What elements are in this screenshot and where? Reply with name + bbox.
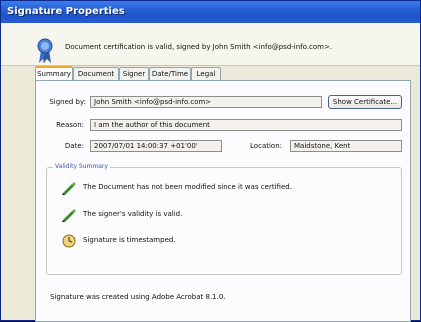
tab-legal[interactable]: Legal — [191, 67, 221, 80]
tab-summary[interactable]: Summary — [35, 66, 73, 81]
validity-item-timestamped: Signature is timestamped. — [83, 236, 176, 244]
clock-icon — [62, 234, 76, 248]
validity-summary-group: Validity Summary The Document has not be… — [46, 163, 402, 275]
tab-signer[interactable]: Signer — [119, 67, 149, 80]
validity-item-not-modified: The Document has not been modified since… — [83, 183, 292, 191]
signed-by-field: John Smith <info@psd-info.com> — [90, 96, 322, 108]
pen-check-icon — [62, 209, 76, 222]
show-certificate-button[interactable]: Show Certificate... — [328, 95, 402, 109]
pen-check-icon — [62, 182, 76, 195]
location-label: Location: — [250, 142, 282, 150]
reason-label: Reason: — [56, 121, 84, 129]
signature-properties-dialog: Signature Properties Document certificat… — [0, 0, 421, 322]
summary-panel: Signed by: John Smith <info@psd-info.com… — [35, 80, 411, 322]
tab-document[interactable]: Document — [73, 67, 119, 80]
date-field: 2007/07/01 14:00:37 +01'00' — [90, 140, 222, 152]
window-title: Signature Properties — [1, 1, 420, 23]
validity-summary-legend: Validity Summary — [53, 163, 110, 170]
date-label: Date: — [64, 142, 84, 150]
reason-field: I am the author of this document — [90, 119, 402, 131]
validity-item-signer-valid: The signer's validity is valid. — [83, 210, 183, 218]
signature-created-note: Signature was created using Adobe Acroba… — [50, 293, 226, 301]
certification-ribbon-icon — [37, 38, 53, 63]
location-field: Maidstone, Kent — [290, 140, 402, 152]
signed-by-label: Signed by: — [49, 98, 86, 106]
info-bar: Document certification is valid, signed … — [1, 23, 420, 66]
certification-status-text: Document certification is valid, signed … — [65, 43, 333, 51]
tab-date-time[interactable]: Date/Time — [149, 67, 191, 80]
